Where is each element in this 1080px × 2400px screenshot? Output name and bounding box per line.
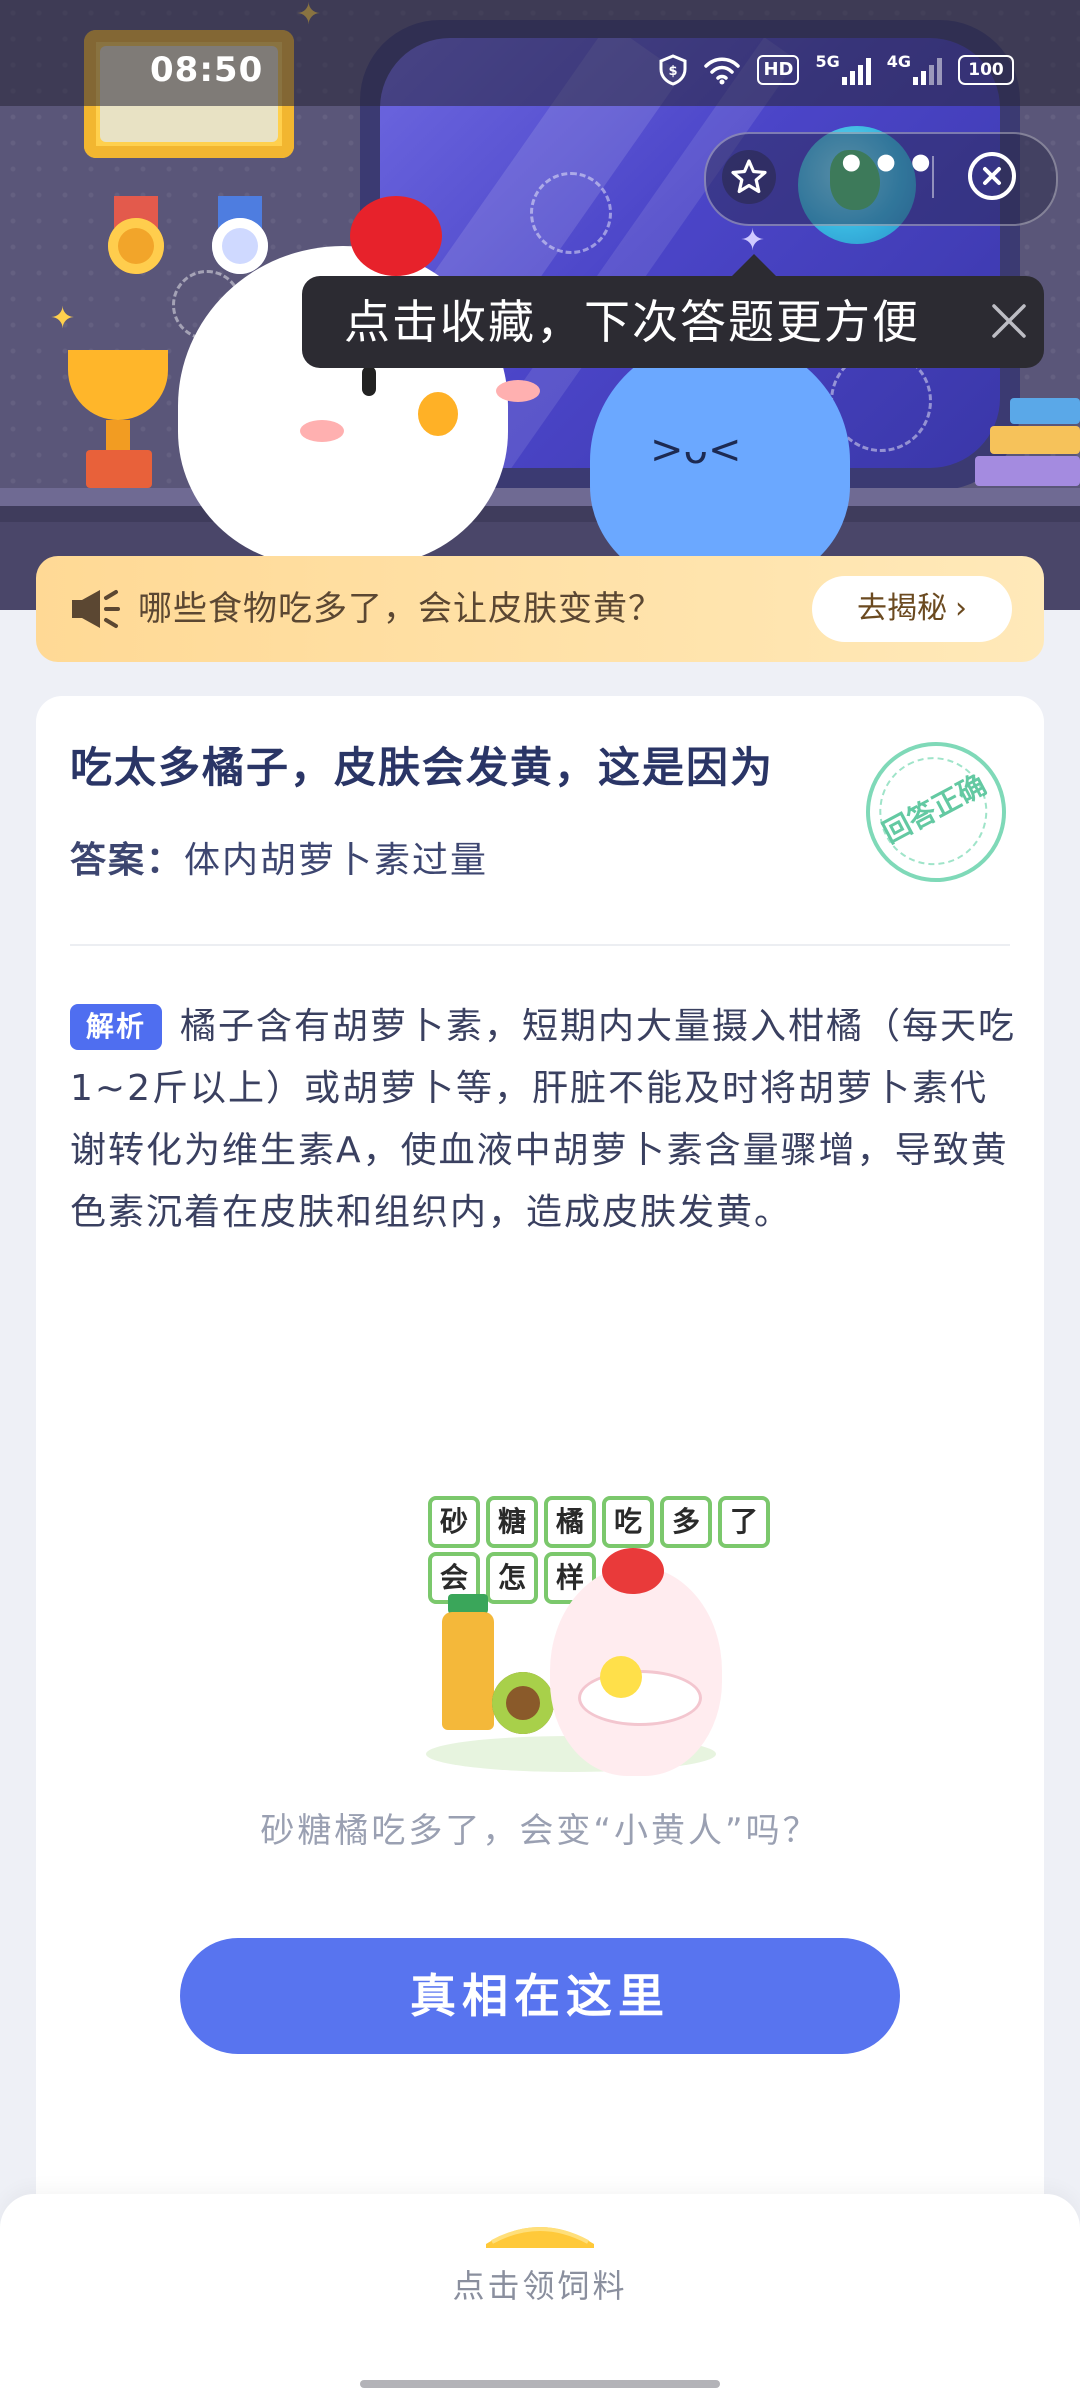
chicken-cheek bbox=[300, 420, 344, 442]
star-icon bbox=[722, 150, 776, 204]
chicken-eye bbox=[362, 366, 376, 396]
megaphone-icon bbox=[72, 590, 120, 628]
chevron-up-icon bbox=[486, 2227, 594, 2248]
title-tile: 怎 bbox=[486, 1552, 538, 1604]
title-tile: 橘 bbox=[544, 1496, 596, 1548]
promo-illustration[interactable]: 砂 糖 橘 吃 多 了 会 怎 样 bbox=[386, 1496, 770, 1796]
answer-line: 答案：体内胡萝卜素过量 bbox=[70, 836, 488, 886]
more-dots-icon[interactable]: ••• bbox=[836, 141, 936, 200]
chevron-right-icon: › bbox=[955, 591, 967, 626]
signal-5g-icon: 5G bbox=[815, 52, 871, 85]
question-title: 吃太多橘子，皮肤会发黄，这是因为 bbox=[70, 743, 775, 792]
status-time: 08:50 bbox=[150, 50, 264, 90]
topic-banner[interactable]: 哪些食物吃多了，会让皮肤变黄？ 去揭秘 › bbox=[36, 556, 1044, 662]
trophy-stem bbox=[106, 420, 130, 450]
feed-label: 点击领饲料 bbox=[452, 2267, 628, 2305]
book-icon bbox=[990, 426, 1080, 454]
shelf-shadow bbox=[0, 506, 1080, 522]
divider bbox=[70, 944, 1010, 946]
silver-medal-icon bbox=[212, 218, 268, 274]
wifi-icon bbox=[704, 57, 741, 85]
title-tile: 砂 bbox=[428, 1496, 480, 1548]
shield-icon: $ bbox=[659, 54, 687, 86]
status-icons: $ HD 5G 4G 100 bbox=[659, 50, 1014, 90]
status-bar: 08:50 $ HD 5G 4G 100 bbox=[0, 0, 1080, 106]
close-circle-icon[interactable] bbox=[964, 148, 1020, 204]
truth-button[interactable]: 真相在这里 bbox=[180, 1938, 900, 2054]
book-icon bbox=[1010, 398, 1080, 424]
title-tiles-row-1: 砂 糖 橘 吃 多 了 bbox=[428, 1496, 770, 1548]
title-tile: 了 bbox=[718, 1496, 770, 1548]
question-card: 吃太多橘子，皮肤会发黄，这是因为 答案：体内胡萝卜素过量 回答正确 解析 橘子含有… bbox=[36, 696, 1044, 2256]
gold-medal-icon bbox=[108, 218, 164, 274]
chicken-comb bbox=[350, 196, 442, 276]
capsule-divider bbox=[932, 156, 934, 198]
banner-text: 哪些食物吃多了，会让皮肤变黄？ bbox=[138, 589, 663, 629]
book-icon bbox=[975, 456, 1080, 486]
home-indicator[interactable] bbox=[360, 2380, 720, 2388]
trophy-base bbox=[86, 450, 152, 488]
signal-5g-label: 5G bbox=[815, 52, 840, 71]
svg-text:$: $ bbox=[669, 64, 678, 79]
analysis-section: 解析 橘子含有胡萝卜素，短期内大量摄入柑橘（每天吃1~2斤以上）或胡萝卜等，肝脏不… bbox=[70, 996, 1020, 1244]
decor-circle bbox=[530, 172, 612, 254]
title-tile: 糖 bbox=[486, 1496, 538, 1548]
title-tile: 多 bbox=[660, 1496, 712, 1548]
signal-4g-icon: 4G bbox=[886, 52, 942, 85]
chick-comb bbox=[602, 1548, 664, 1594]
favorite-star-button[interactable] bbox=[704, 132, 794, 222]
lemon-icon bbox=[600, 1656, 642, 1698]
close-icon[interactable] bbox=[986, 298, 1032, 344]
title-tile: 吃 bbox=[602, 1496, 654, 1548]
analysis-tag: 解析 bbox=[70, 1004, 163, 1050]
signal-bars bbox=[913, 55, 942, 85]
signal-4g-label: 4G bbox=[886, 52, 911, 71]
chicken-cheek bbox=[496, 380, 540, 402]
battery-icon: 100 bbox=[958, 55, 1014, 85]
answer-label: 答案： bbox=[70, 840, 185, 881]
favorite-tooltip: 点击收藏，下次答题更方便 bbox=[302, 254, 1044, 368]
kiwi-icon bbox=[492, 1672, 554, 1734]
bottom-bar[interactable]: 点击领饲料 bbox=[0, 2194, 1080, 2400]
juice-bottle-icon bbox=[442, 1612, 494, 1730]
answer-value: 体内胡萝卜素过量 bbox=[184, 840, 489, 881]
juice-bottle-cap bbox=[448, 1594, 488, 1614]
hd-icon: HD bbox=[757, 55, 800, 85]
shelf bbox=[0, 488, 1080, 506]
sparkle-icon: ✦ bbox=[740, 223, 766, 258]
promo-caption: 砂糖橘吃多了，会变“小黄人”吗？ bbox=[260, 1811, 820, 1851]
sparkle-icon: ✦ bbox=[50, 301, 76, 336]
analysis-text: 橘子含有胡萝卜素，短期内大量摄入柑橘（每天吃1~2斤以上）或胡萝卜等，肝脏不能及… bbox=[70, 1006, 1017, 1233]
reveal-button[interactable]: 去揭秘 › bbox=[812, 576, 1012, 642]
chicken-beak bbox=[418, 392, 458, 436]
seal-face: >ᴗ< bbox=[650, 427, 742, 473]
signal-bars bbox=[841, 55, 871, 85]
tooltip-text: 点击收藏，下次答题更方便 bbox=[344, 295, 920, 349]
reveal-button-label: 去揭秘 bbox=[857, 591, 947, 626]
